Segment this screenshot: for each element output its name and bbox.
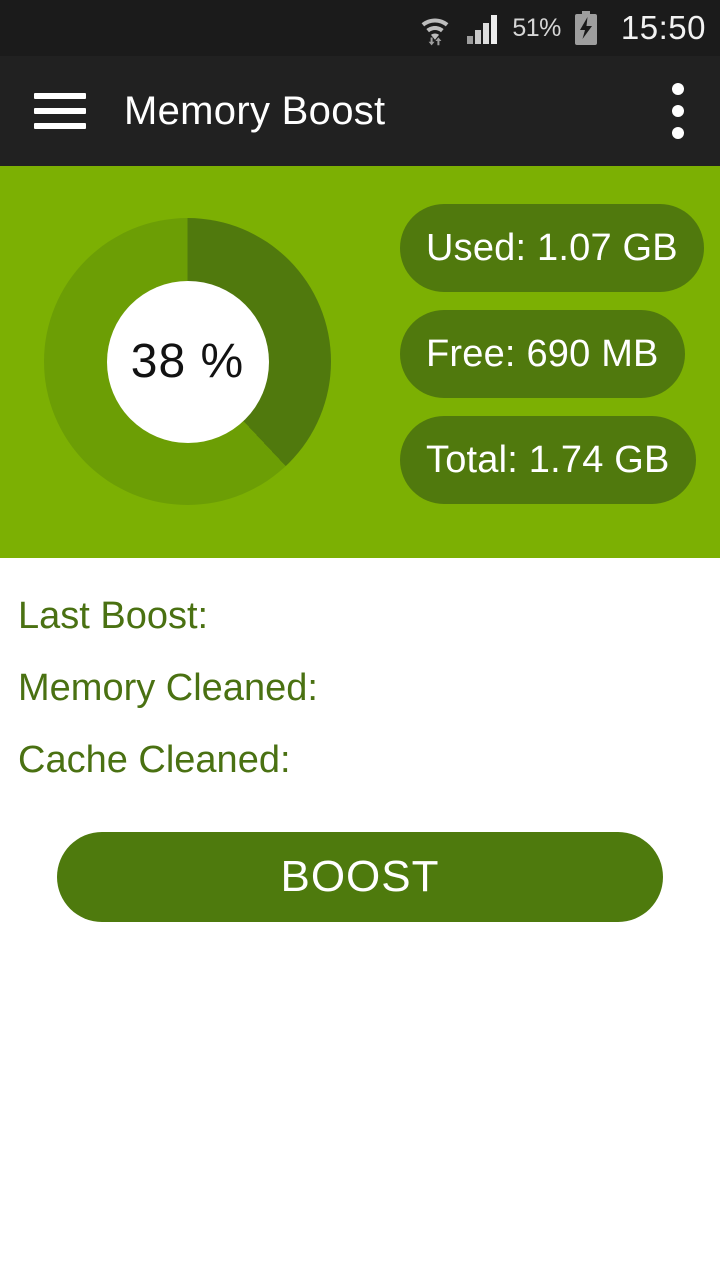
stat-row-last-boost: Last Boost: [18, 580, 702, 652]
memory-percent-label: 38 % [130, 335, 245, 388]
battery-charging-icon [573, 11, 599, 45]
memory-usage-donut-chart: 38 % [44, 218, 331, 505]
wifi-icon [416, 10, 454, 46]
boost-stats-list: Last Boost: Memory Cleaned: Cache Cleane… [18, 580, 702, 796]
memory-stat-pills: Used: 1.07 GB Free: 690 MB Total: 1.74 G… [400, 204, 704, 504]
stat-row-cache-cleaned: Cache Cleaned: [18, 724, 702, 796]
status-bar: 51% 15:50 [0, 0, 720, 56]
total-memory-pill: Total: 1.74 GB [400, 416, 696, 504]
cellular-signal-icon [466, 11, 500, 45]
clock-label: 15:50 [620, 9, 706, 46]
page-title: Memory Boost [124, 88, 386, 133]
last-boost-label: Last Boost: [18, 595, 209, 637]
hamburger-bar [34, 93, 86, 99]
hamburger-bar [34, 123, 86, 129]
free-memory-pill: Free: 690 MB [400, 310, 685, 398]
cache-cleaned-label: Cache Cleaned: [18, 739, 291, 781]
boost-button[interactable]: BOOST [57, 832, 663, 922]
boost-action-area: BOOST [0, 832, 720, 922]
donut-center: 38 % [106, 280, 269, 443]
stat-row-memory-cleaned: Memory Cleaned: [18, 652, 702, 724]
overflow-dot [672, 83, 684, 95]
overflow-menu-icon[interactable] [672, 83, 684, 139]
hamburger-bar [34, 108, 86, 114]
app-screen: 51% 15:50 Memory Boost 38 % Used: 1.07 G… [0, 0, 720, 1280]
app-bar: Memory Boost [0, 56, 720, 166]
overflow-dot [672, 127, 684, 139]
hamburger-menu-icon[interactable] [34, 93, 86, 129]
memory-cleaned-label: Memory Cleaned: [18, 667, 318, 709]
status-bar-icons: 51% 15:50 [416, 9, 706, 47]
battery-percent-label: 51% [512, 13, 561, 42]
overflow-dot [672, 105, 684, 117]
memory-summary-panel: 38 % Used: 1.07 GB Free: 690 MB Total: 1… [0, 166, 720, 558]
used-memory-pill: Used: 1.07 GB [400, 204, 704, 292]
